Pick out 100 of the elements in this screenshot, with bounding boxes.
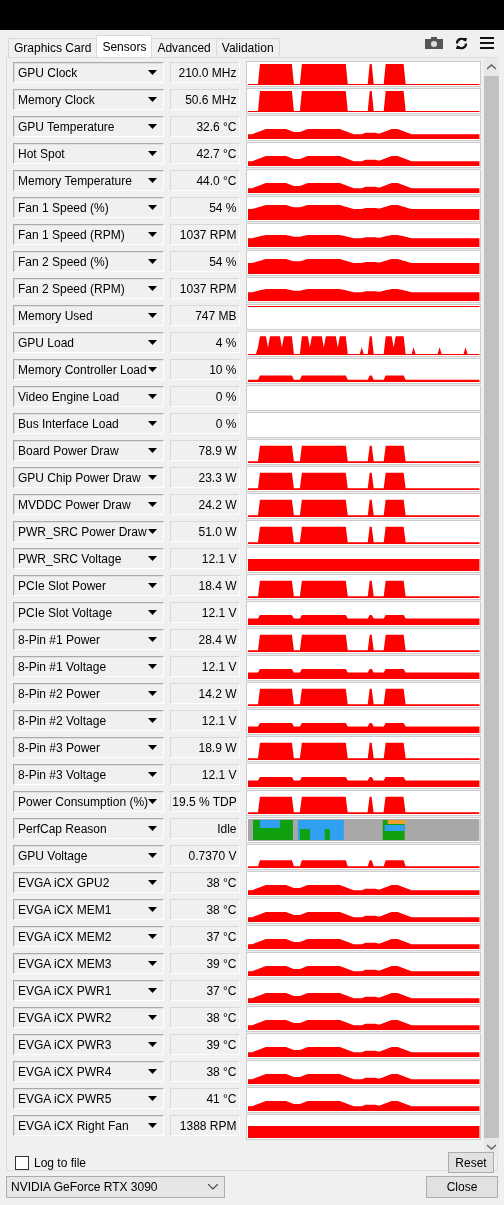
caret-icon (147, 313, 157, 318)
caret-icon (147, 718, 157, 723)
sensor-value: 42.7 °C (169, 143, 240, 164)
sensor-dropdown[interactable]: EVGA iCX MEM1 (13, 899, 164, 920)
sensor-dropdown[interactable]: Board Power Draw (13, 440, 164, 461)
sensor-dropdown[interactable]: GPU Chip Power Draw (13, 467, 164, 488)
sensor-value: 12.1 V (169, 602, 240, 623)
tab[interactable]: Graphics Card (8, 38, 98, 57)
sensor-value: 39 °C (169, 1034, 240, 1055)
close-button[interactable]: Close (426, 1176, 498, 1198)
sensor-dropdown[interactable]: PWR_SRC Power Draw (13, 521, 164, 542)
caret-icon (148, 799, 158, 804)
caret-icon (147, 1096, 157, 1101)
sensor-value: 0 % (169, 413, 240, 434)
sensor-dropdown[interactable]: EVGA iCX MEM3 (13, 953, 164, 974)
sensor-value: 28.4 W (169, 629, 240, 650)
sensor-dropdown[interactable]: Power Consumption (%) (13, 791, 164, 812)
sensor-dropdown[interactable]: EVGA iCX MEM2 (13, 926, 164, 947)
sensor-value: 38 °C (169, 899, 240, 920)
sensor-dropdown[interactable]: PWR_SRC Voltage (13, 548, 164, 569)
sensor-value: 12.1 V (169, 656, 240, 677)
caret-icon (147, 286, 157, 291)
sensor-value: 41 °C (169, 1088, 240, 1109)
sensor-dropdown[interactable]: Bus Interface Load (13, 413, 164, 434)
sensor-dropdown[interactable]: Fan 1 Speed (%) (13, 197, 164, 218)
caret-icon (147, 880, 157, 885)
caret-icon (147, 502, 157, 507)
caret-icon (147, 232, 157, 237)
caret-icon (147, 826, 157, 831)
menu-icon[interactable] (480, 37, 494, 49)
reset-button[interactable]: Reset (448, 1152, 494, 1173)
sensor-dropdown[interactable]: 8-Pin #2 Power (13, 683, 164, 704)
log-checkbox[interactable]: Log to file (15, 1155, 87, 1170)
device-select[interactable]: NVIDIA GeForce RTX 3090 (6, 1176, 225, 1198)
sensor-dropdown[interactable]: Hot Spot (13, 143, 164, 164)
scroll-down-icon[interactable] (487, 1144, 496, 1150)
sensor-dropdown[interactable]: Fan 2 Speed (RPM) (13, 278, 164, 299)
caret-icon (147, 934, 157, 939)
refresh-icon[interactable] (455, 36, 468, 50)
sensor-dropdown[interactable]: PCIe Slot Power (13, 575, 164, 596)
caret-icon (147, 178, 157, 183)
caret-icon (147, 475, 157, 480)
sensor-dropdown[interactable]: EVGA iCX PWR5 (13, 1088, 164, 1109)
sensor-dropdown[interactable]: Memory Used (13, 305, 164, 326)
sensor-value: 50.6 MHz (169, 89, 240, 110)
sensor-dropdown[interactable]: EVGA iCX Right Fan (13, 1115, 164, 1136)
sensor-value: 19.5 % TDP (170, 791, 240, 812)
sensor-value: 14.2 W (169, 683, 240, 704)
tab[interactable]: Sensors (96, 35, 153, 57)
caret-icon (147, 529, 157, 534)
sensor-dropdown[interactable]: GPU Clock (13, 62, 164, 83)
sensor-dropdown[interactable]: GPU Temperature (13, 116, 164, 137)
tab[interactable]: Validation (215, 38, 280, 57)
chevron-down-icon (208, 1184, 218, 1190)
caret-icon (147, 637, 157, 642)
caret-icon (147, 151, 157, 156)
caret-icon (147, 961, 157, 966)
sensor-dropdown[interactable]: Memory Temperature (13, 170, 164, 191)
caret-icon (147, 70, 157, 75)
sensor-dropdown[interactable]: PerfCap Reason (13, 818, 164, 839)
sensor-dropdown[interactable]: Video Engine Load (13, 386, 164, 407)
sensor-dropdown[interactable]: EVGA iCX PWR4 (13, 1061, 164, 1082)
caret-icon (147, 988, 157, 993)
sensor-dropdown[interactable]: Memory Clock (13, 89, 164, 110)
sensor-dropdown[interactable]: EVGA iCX PWR2 (13, 1007, 164, 1028)
sensor-value: 12.1 V (169, 548, 240, 569)
caret-icon (147, 394, 157, 399)
sensor-value: 0.7370 V (169, 845, 240, 866)
caret-icon (147, 97, 157, 102)
sensor-value: 37 °C (169, 980, 240, 1001)
sensor-dropdown[interactable]: EVGA iCX PWR3 (13, 1034, 164, 1055)
sensor-dropdown[interactable]: MVDDC Power Draw (13, 494, 164, 515)
sensor-dropdown[interactable]: 8-Pin #1 Voltage (13, 656, 164, 677)
sensor-value: 54 % (169, 197, 240, 218)
caret-icon (147, 583, 157, 588)
sensor-value: 210.0 MHz (169, 62, 240, 83)
sensor-dropdown[interactable]: Memory Controller Load (13, 359, 164, 380)
sensor-value: 38 °C (169, 1061, 240, 1082)
caret-icon (147, 907, 157, 912)
caret-icon (147, 421, 157, 426)
scroll-up-icon[interactable] (487, 64, 496, 70)
sensor-value: 54 % (169, 251, 240, 272)
sensor-dropdown[interactable]: PCIe Slot Voltage (13, 602, 164, 623)
camera-icon[interactable] (425, 37, 443, 49)
sensor-dropdown[interactable]: 8-Pin #1 Power (13, 629, 164, 650)
sensor-dropdown[interactable]: EVGA iCX GPU2 (13, 872, 164, 893)
sensor-dropdown[interactable]: EVGA iCX PWR1 (13, 980, 164, 1001)
sensor-dropdown[interactable]: 8-Pin #3 Power (13, 737, 164, 758)
caret-icon (147, 556, 157, 561)
sensor-dropdown[interactable]: GPU Voltage (13, 845, 164, 866)
sensor-dropdown[interactable]: Fan 2 Speed (%) (13, 251, 164, 272)
sensor-value: 18.9 W (169, 737, 240, 758)
sensor-dropdown[interactable]: 8-Pin #2 Voltage (13, 710, 164, 731)
caret-icon (147, 367, 157, 372)
caret-icon (147, 1069, 157, 1074)
caret-icon (147, 853, 157, 858)
sensor-dropdown[interactable]: 8-Pin #3 Voltage (13, 764, 164, 785)
sensor-dropdown[interactable]: Fan 1 Speed (RPM) (13, 224, 164, 245)
caret-icon (147, 664, 157, 669)
sensor-dropdown[interactable]: GPU Load (13, 332, 164, 353)
